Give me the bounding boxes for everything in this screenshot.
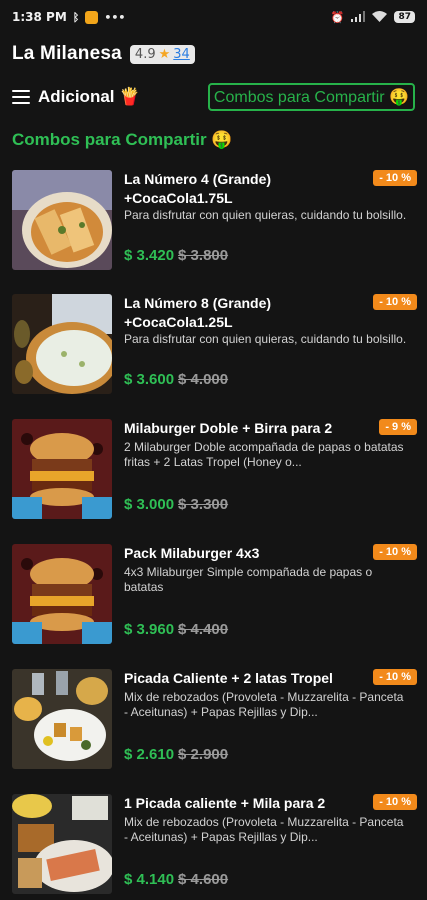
old-price: $ 3.300 [178, 496, 229, 513]
current-price: $ 3.960 [124, 621, 175, 638]
alarm-icon: ⏰ [330, 10, 345, 24]
product-image [12, 669, 112, 769]
battery-indicator: 87 [394, 11, 415, 23]
wifi-icon [372, 10, 388, 24]
category-tab-adicional[interactable]: Adicional 🍟 [38, 87, 140, 107]
store-name: La Milanesa [12, 43, 122, 64]
app-notification-icon [85, 10, 99, 24]
product-card[interactable]: 1 Picada caliente + Mila para 2 Mix de r… [12, 794, 417, 898]
section-title: Combos para Compartir 🤑 [12, 130, 233, 149]
product-card[interactable]: Milaburger Doble + Birra para 2 2 Milabu… [12, 419, 417, 523]
old-price: $ 4.600 [178, 871, 229, 888]
product-image [12, 794, 112, 894]
discount-badge: - 10 % [373, 170, 417, 186]
rating-count-link[interactable]: 34 [173, 47, 190, 62]
product-title: 1 Picada caliente + Mila para 2 [124, 795, 326, 811]
product-description: Mix de rebozados (Provoleta - Muzzarelit… [124, 690, 404, 719]
old-price: $ 3.800 [178, 247, 229, 264]
product-title: Pack Milaburger 4x3 [124, 545, 260, 561]
category-tab-combos[interactable]: Combos para Compartir 🤑 [207, 83, 415, 111]
product-title: Picada Caliente + 2 latas Tropel [124, 670, 333, 686]
rating-value: 4.9 [134, 46, 156, 62]
product-price: $ 3.420 $ 3.800 [124, 247, 228, 264]
product-description: 4x3 Milaburger Simple compañada de papas… [124, 565, 373, 594]
product-card[interactable]: La Número 4 (Grande) +CocaCola1.75L Para… [12, 170, 417, 274]
product-image [12, 170, 112, 270]
product-description: Mix de rebozados (Provoleta - Muzzarelit… [124, 815, 404, 844]
product-title: La Número 8 (Grande) +CocaCola1.25L [124, 295, 272, 330]
discount-badge: - 10 % [373, 294, 417, 310]
product-card[interactable]: La Número 8 (Grande) +CocaCola1.25L Para… [12, 294, 417, 398]
bluetooth-icon: ᛒ [72, 10, 80, 24]
product-price: $ 3.600 $ 4.000 [124, 371, 228, 388]
current-price: $ 4.140 [124, 871, 175, 888]
old-price: $ 4.400 [178, 621, 229, 638]
hamburger-menu-icon[interactable] [12, 90, 30, 104]
product-card[interactable]: Pack Milaburger 4x3 4x3 Milaburger Simpl… [12, 544, 417, 648]
product-image [12, 294, 112, 394]
product-price: $ 4.140 $ 4.600 [124, 871, 228, 888]
product-price: $ 2.610 $ 2.900 [124, 746, 228, 763]
product-image [12, 419, 112, 519]
more-icon: ••• [104, 10, 126, 24]
current-price: $ 2.610 [124, 746, 175, 763]
status-bar: 1:38 PM ᛒ ••• ⏰ 87 [0, 0, 427, 34]
discount-badge: - 9 % [379, 419, 417, 435]
current-price: $ 3.420 [124, 247, 175, 264]
product-description: Para disfrutar con quien quieras, cuidan… [124, 332, 407, 346]
product-price: $ 3.000 $ 3.300 [124, 496, 228, 513]
store-header: La Milanesa 4.9 ★ 34 [12, 40, 415, 68]
status-time: 1:38 PM [12, 10, 67, 24]
product-description: 2 Milaburger Doble acompañada de papas o… [124, 440, 404, 469]
product-title: La Número 4 (Grande) +CocaCola1.75L [124, 171, 272, 206]
current-price: $ 3.000 [124, 496, 175, 513]
star-icon: ★ [158, 46, 171, 62]
discount-badge: - 10 % [373, 544, 417, 560]
product-price: $ 3.960 $ 4.400 [124, 621, 228, 638]
product-card[interactable]: Picada Caliente + 2 latas Tropel Mix de … [12, 669, 417, 773]
product-image [12, 544, 112, 644]
signal-icon [351, 10, 366, 24]
discount-badge: - 10 % [373, 669, 417, 685]
discount-badge: - 10 % [373, 794, 417, 810]
product-title: Milaburger Doble + Birra para 2 [124, 420, 333, 436]
old-price: $ 2.900 [178, 746, 229, 763]
old-price: $ 4.000 [178, 371, 229, 388]
product-description: Para disfrutar con quien quieras, cuidan… [124, 208, 407, 222]
current-price: $ 3.600 [124, 371, 175, 388]
rating-badge[interactable]: 4.9 ★ 34 [129, 44, 195, 64]
category-bar: Adicional 🍟 Combos para Compartir 🤑 [12, 82, 415, 112]
